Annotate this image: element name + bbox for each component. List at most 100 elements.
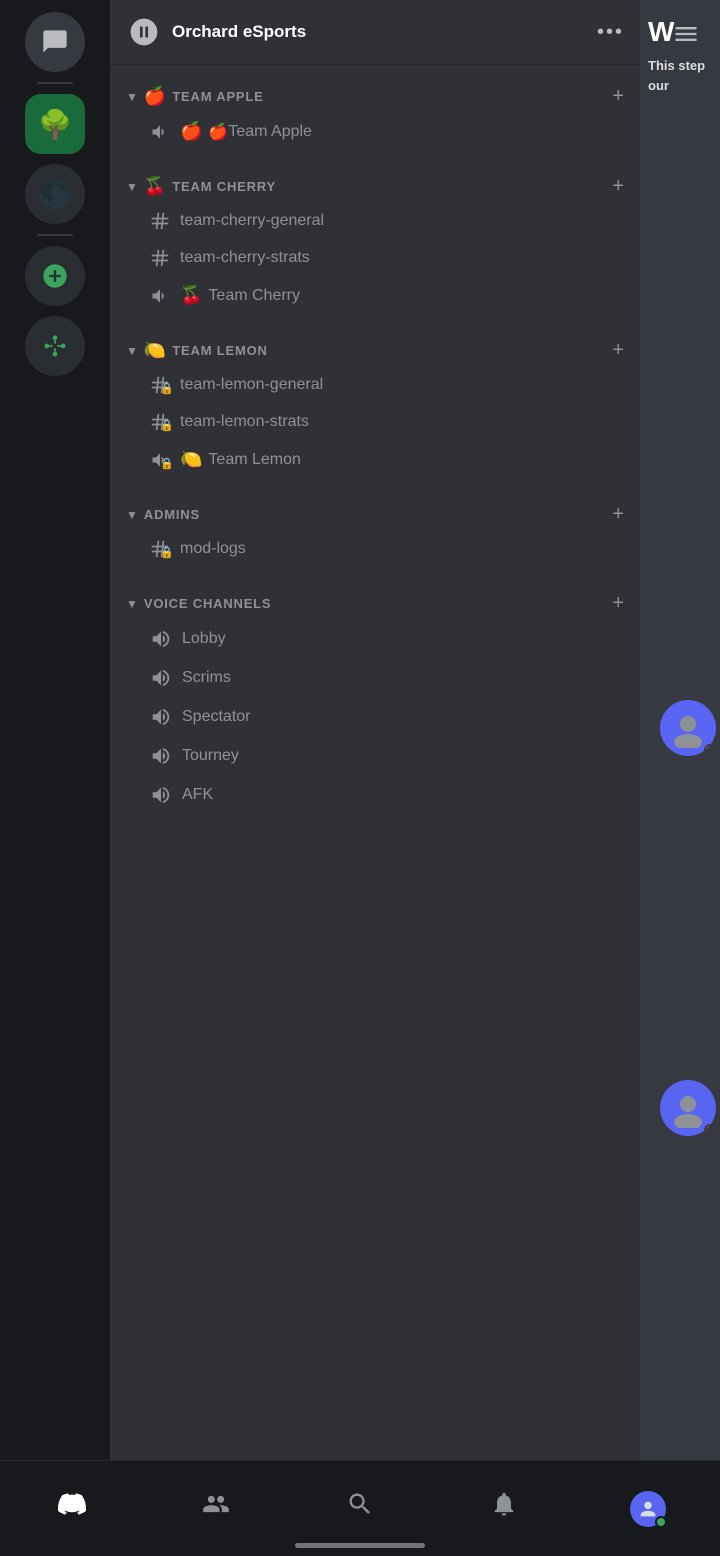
speaker-icon-team-cherry (150, 286, 170, 306)
channel-name-scrims: Scrims (182, 669, 231, 687)
nav-item-profile[interactable] (576, 1491, 720, 1527)
hash-locked-icon-team-lemon-general: 🔒 (150, 375, 170, 395)
channel-item-mod-logs[interactable]: 🔒 mod-logs (126, 531, 624, 567)
category-arrow-team-lemon: ▼ (126, 344, 138, 358)
category-add-team-cherry[interactable]: + (612, 175, 624, 198)
right-panel-content: W This step our (640, 0, 720, 111)
online-status-dot (655, 1516, 667, 1528)
channel-name-afk: AFK (182, 786, 213, 804)
server-header[interactable]: Orchard eSports ••• (110, 0, 640, 65)
channel-name-team-cherry-general: team-cherry-general (180, 212, 324, 230)
category-header-team-cherry[interactable]: ▼ 🍒 TEAM CHERRY + (118, 171, 632, 202)
category-arrow-voice-channels: ▼ (126, 597, 138, 611)
sidebar-icon-orchard[interactable]: 🌳 (25, 94, 85, 154)
channel-list: Orchard eSports ••• ▼ 🍎 TEAM APPLE + 🍎 🍎… (110, 0, 640, 1460)
category-name-team-lemon: TEAM LEMON (172, 343, 267, 358)
search-icon (346, 1490, 374, 1525)
category-team-lemon: ▼ 🍋 TEAM LEMON + 🔒 team-lemon-general 🔒 (110, 319, 640, 483)
channel-name-team-cherry-voice: Team Cherry (208, 287, 300, 305)
channel-name-team-apple-text: Team Apple (228, 123, 312, 141)
category-header-voice-channels[interactable]: ▼ VOICE CHANNELS + (118, 588, 632, 619)
category-arrow-admins: ▼ (126, 508, 138, 522)
nav-profile-avatar (630, 1491, 666, 1527)
right-panel: W This step our (640, 0, 720, 1460)
hash-icon-team-cherry-general (150, 211, 170, 231)
right-panel-preview-text: This step our (648, 56, 712, 95)
sidebar-icon-add-server[interactable] (25, 246, 85, 306)
sidebar-icon-discover[interactable] (25, 316, 85, 376)
channel-item-team-apple-voice[interactable]: 🍎 🍎 Team Apple (126, 113, 624, 150)
category-header-team-apple[interactable]: ▼ 🍎 TEAM APPLE + (118, 81, 632, 112)
category-emoji-team-cherry: 🍒 (144, 176, 166, 197)
right-panel-avatar-1 (660, 700, 716, 756)
bottom-nav (0, 1460, 720, 1556)
channel-item-tourney[interactable]: Tourney (126, 737, 624, 775)
discord-icon (58, 1490, 86, 1525)
server-header-icon (126, 14, 162, 50)
channel-name-team-lemon-strats: team-lemon-strats (180, 413, 309, 431)
speaker-icon-spectator (150, 706, 172, 728)
channel-name-spectator: Spectator (182, 708, 250, 726)
category-arrow-team-cherry: ▼ (126, 180, 138, 194)
nav-item-friends[interactable] (144, 1490, 288, 1527)
nav-item-search[interactable] (288, 1490, 432, 1527)
category-left-team-apple: ▼ 🍎 TEAM APPLE (126, 86, 264, 107)
sidebar-icon-chat[interactable] (25, 12, 85, 72)
category-team-cherry: ▼ 🍒 TEAM CHERRY + team-cherry-general te… (110, 155, 640, 319)
hash-icon-team-cherry-strats (150, 248, 170, 268)
speaker-icon-team-apple (150, 122, 170, 142)
channel-name-team-apple: 🍎 (208, 122, 228, 142)
category-admins: ▼ ADMINS + 🔒 mod-logs (110, 483, 640, 572)
channel-name-lobby: Lobby (182, 630, 226, 648)
speaker-icon-scrims (150, 667, 172, 689)
server-menu-dots[interactable]: ••• (597, 21, 624, 44)
category-add-team-lemon[interactable]: + (612, 339, 624, 362)
speaker-locked-icon-team-lemon: 🔒 (150, 450, 170, 470)
channel-item-lobby[interactable]: Lobby (126, 620, 624, 658)
category-left-voice-channels: ▼ VOICE CHANNELS (126, 596, 271, 611)
speaker-icon-tourney (150, 745, 172, 767)
nav-item-notifications[interactable] (432, 1490, 576, 1527)
category-left-team-cherry: ▼ 🍒 TEAM CHERRY (126, 176, 276, 197)
category-name-voice-channels: VOICE CHANNELS (144, 596, 272, 611)
channel-name-tourney: Tourney (182, 747, 239, 765)
channel-item-team-cherry-general[interactable]: team-cherry-general (126, 203, 624, 239)
category-name-team-cherry: TEAM CHERRY (172, 179, 276, 194)
category-voice-channels: ▼ VOICE CHANNELS + Lobby Scrims (110, 572, 640, 819)
sidebar-icon-dark-server[interactable]: 🌑 (25, 164, 85, 224)
sidebar-divider (37, 82, 73, 84)
channel-item-spectator[interactable]: Spectator (126, 698, 624, 736)
channel-item-afk[interactable]: AFK (126, 776, 624, 814)
channel-item-scrims[interactable]: Scrims (126, 659, 624, 697)
channel-item-team-lemon-general[interactable]: 🔒 team-lemon-general (126, 367, 624, 403)
channel-name-team-lemon-general: team-lemon-general (180, 376, 323, 394)
category-header-team-lemon[interactable]: ▼ 🍋 TEAM LEMON + (118, 335, 632, 366)
category-emoji-team-apple: 🍎 (144, 86, 166, 107)
right-panel-avatar-2 (660, 1080, 716, 1136)
category-add-voice-channels[interactable]: + (612, 592, 624, 615)
sidebar-divider-2 (37, 234, 73, 236)
hash-locked-icon-mod-logs: 🔒 (150, 539, 170, 559)
category-name-admins: ADMINS (144, 507, 200, 522)
channel-item-team-lemon-strats[interactable]: 🔒 team-lemon-strats (126, 404, 624, 440)
channel-item-team-lemon-voice[interactable]: 🔒 🍋 Team Lemon (126, 441, 624, 478)
speaker-icon-afk (150, 784, 172, 806)
category-add-admins[interactable]: + (612, 503, 624, 526)
channel-item-team-cherry-voice[interactable]: 🍒 Team Cherry (126, 277, 624, 314)
channel-name-team-cherry-strats: team-cherry-strats (180, 249, 310, 267)
category-add-team-apple[interactable]: + (612, 85, 624, 108)
speaker-icon-lobby (150, 628, 172, 650)
category-arrow-team-apple: ▼ (126, 90, 138, 104)
hamburger-button[interactable] (672, 20, 700, 54)
nav-item-home[interactable] (0, 1490, 144, 1527)
hash-locked-icon-team-lemon-strats: 🔒 (150, 412, 170, 432)
category-team-apple: ▼ 🍎 TEAM APPLE + 🍎 🍎 Team Apple (110, 65, 640, 155)
channel-name-team-lemon-voice: Team Lemon (208, 451, 301, 469)
category-emoji-team-lemon: 🍋 (144, 340, 166, 361)
category-header-admins[interactable]: ▼ ADMINS + (118, 499, 632, 530)
left-sidebar: 🌳 🌑 (0, 0, 110, 1460)
channel-item-team-cherry-strats[interactable]: team-cherry-strats (126, 240, 624, 276)
server-name: Orchard eSports (172, 22, 597, 42)
home-indicator (295, 1543, 425, 1548)
category-name-team-apple: TEAM APPLE (172, 89, 263, 104)
